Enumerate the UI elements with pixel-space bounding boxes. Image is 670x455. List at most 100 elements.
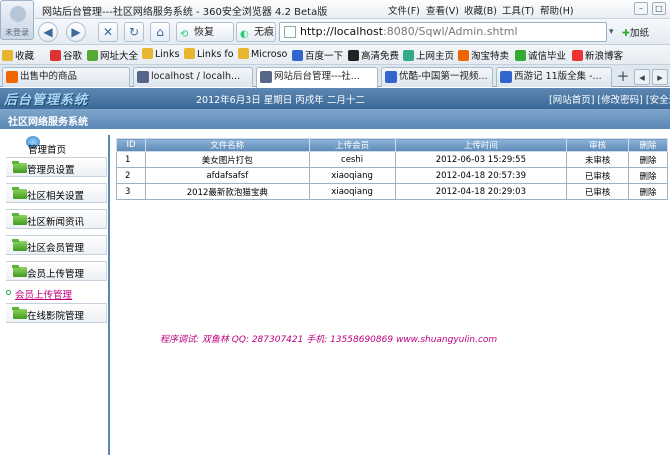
tab-youku[interactable]: 优酷-中国第一视频... (381, 67, 493, 87)
url-path: :8080/Sqwl/Admin.shtml (383, 25, 518, 38)
bookmark-sina-blog[interactable]: 新浪博客 (572, 48, 623, 62)
no-trace-button[interactable]: ◐ 无痕 (236, 22, 276, 42)
cell-upload-time: 2012-06-03 15:29:55 (394, 151, 568, 168)
tab-xiyouji[interactable]: 西游记 11版全集 -... (496, 67, 612, 87)
site-logo: 后台管理系统 (4, 93, 89, 108)
minimize-icon[interactable]: – (634, 2, 648, 15)
bookmark-google[interactable]: 谷歌 (50, 48, 82, 62)
tab-favicon (6, 71, 18, 83)
forward-button[interactable]: ▶ (66, 22, 86, 42)
delete-link[interactable]: 删除 (628, 183, 668, 200)
cell-upload-time: 2012-04-18 20:29:03 (394, 183, 568, 200)
review-link[interactable]: 未审核 (566, 151, 630, 168)
sidebar-item-label: 社区相关设置 (27, 191, 85, 202)
tab-admin[interactable]: 网站后台管理---社... (256, 67, 378, 88)
tab-favicon (260, 71, 272, 83)
bookmark-links-for[interactable]: Links fo (184, 48, 234, 60)
refresh-button[interactable]: ↻ (124, 22, 144, 42)
star-icon (2, 50, 13, 61)
bookmark-baidu[interactable]: 百度一下 (292, 48, 343, 62)
uploads-table: ID 文件名称 上传会员 上传时间 审核 删除 1 美女图片打包 ceshi 2… (116, 138, 668, 200)
cell-upload-time: 2012-04-18 20:57:39 (394, 167, 568, 184)
top-links[interactable]: [网站首页] [修改密码] [安全退 (549, 92, 670, 106)
globe-icon (515, 50, 526, 61)
sidebar-item-label: 管理员设置 (27, 165, 75, 176)
bookmarks-bar: 收藏 谷歌 网址大全 Links Links fo Microso 百度一下 高… (0, 45, 670, 65)
tab-bar: 出售中的商品 localhost / localh... 网站后台管理---社.… (0, 65, 670, 88)
sidebar-item-community-settings[interactable]: 社区相关设置 (6, 183, 107, 203)
menu-help[interactable]: 帮助(H) (540, 3, 578, 17)
address-bar[interactable]: http://localhost:8080/Sqwl/Admin.shtml (279, 22, 607, 42)
stop-button[interactable]: ✕ (98, 22, 118, 42)
delete-link[interactable]: 删除 (628, 167, 668, 184)
menu-view[interactable]: 查看(V) (426, 3, 464, 17)
bookmark-favorites[interactable]: 收藏 (2, 48, 34, 62)
folder-icon (12, 161, 27, 173)
column-header-filename: 文件名称 (144, 138, 310, 152)
sidebar-home[interactable]: 管理首页 (0, 135, 108, 157)
add-favorite-button[interactable]: ✚加纸 (622, 25, 649, 39)
column-header-delete: 删除 (628, 138, 668, 152)
add-star-icon: ✚ (622, 28, 630, 39)
menu-tools[interactable]: 工具(T) (502, 3, 540, 17)
tab-favicon (500, 71, 512, 83)
sidebar-item-label: 社区会员管理 (27, 243, 85, 254)
bookmark-hd-free[interactable]: 高清免费 (348, 48, 399, 62)
back-button[interactable]: ◀ (38, 22, 58, 42)
address-dropdown-icon[interactable]: ▾ (609, 22, 621, 42)
cell-id: 1 (116, 151, 146, 168)
url-host: http://localhost (300, 25, 384, 38)
folder-icon (142, 48, 153, 59)
page-icon (284, 26, 296, 38)
folder-icon (12, 307, 27, 319)
sina-icon (572, 50, 583, 61)
date-line: 2012年6月3日 星期日 丙戌年 二月十二 (196, 95, 365, 106)
maximize-icon[interactable]: □ (652, 2, 666, 15)
nav-icon (87, 50, 98, 61)
column-header-member: 上传会员 (308, 138, 396, 152)
tab-localhost[interactable]: localhost / localh... (133, 67, 253, 87)
sidebar-item-label: 在线影院管理 (27, 311, 85, 322)
review-link[interactable]: 已审核 (566, 183, 630, 200)
tab-products[interactable]: 出售中的商品 (2, 67, 130, 87)
sidebar-item-admin-settings[interactable]: 管理员设置 (6, 157, 107, 177)
cell-filename: 2012最新款泡猫宝典 (144, 183, 310, 200)
bookmark-homepage[interactable]: 上网主页 (403, 48, 454, 62)
bookmark-microsoft[interactable]: Microso (238, 48, 287, 60)
navigation-toolbar: ◀ ▶ ✕ ↻ ⌂ ⟲ 恢复 ◐ 无痕 http://localhost:8080/… (0, 19, 670, 45)
sidebar-item-community-news[interactable]: 社区新闻资讯 (6, 209, 107, 229)
developer-credit: 程序调试: 双鱼林 QQ: 287307421 手机: 13558690869 … (160, 335, 498, 345)
bookmark-nav[interactable]: 网址大全 (87, 48, 138, 62)
tab-scroll-left-icon[interactable]: ◂ (634, 69, 650, 85)
cell-member: xiaoqiang (308, 167, 396, 184)
folder-icon (12, 213, 27, 225)
user-avatar[interactable]: 未登录 (0, 0, 34, 40)
menu-file[interactable]: 文件(F) (388, 3, 426, 17)
cell-id: 3 (116, 183, 146, 200)
table-row: 2 afdafsafsf xiaoqiang 2012-04-18 20:57:… (116, 167, 668, 184)
tab-scroll-right-icon[interactable]: ▸ (652, 69, 668, 85)
column-header-id: ID (116, 138, 146, 152)
cell-filename: 美女图片打包 (144, 151, 310, 168)
sidebar-item-online-cinema[interactable]: 在线影院管理 (6, 303, 107, 323)
bookmark-taobao[interactable]: 淘宝特卖 (458, 48, 509, 62)
tab-favicon (137, 71, 149, 83)
sidebar-item-member-management[interactable]: 社区会员管理 (6, 235, 107, 255)
restore-button[interactable]: ⟲ 恢复 (176, 22, 234, 42)
menu-favorites[interactable]: 收藏(B) (464, 3, 502, 17)
sidebar-item-member-uploads[interactable]: 会员上传管理 (6, 261, 107, 281)
sidebar-item-label: 社区新闻资讯 (27, 217, 85, 228)
sidebar-link-member-uploads[interactable]: 会员上传管理 (0, 285, 108, 301)
address-url[interactable]: http://localhost:8080/Sqwl/Admin.shtml (300, 25, 518, 38)
folder-icon (238, 48, 249, 59)
section-title: 社区网络服务系统 (8, 117, 88, 128)
delete-link[interactable]: 删除 (628, 151, 668, 168)
bookmark-graduation[interactable]: 诚信毕业 (515, 48, 566, 62)
bookmark-links[interactable]: Links (142, 48, 179, 60)
home-button[interactable]: ⌂ (150, 22, 170, 42)
review-link[interactable]: 已审核 (566, 167, 630, 184)
cell-id: 2 (116, 167, 146, 184)
table-header-row: ID 文件名称 上传会员 上传时间 审核 删除 (116, 138, 668, 152)
new-tab-button[interactable]: + (614, 68, 632, 86)
m-icon (348, 50, 359, 61)
